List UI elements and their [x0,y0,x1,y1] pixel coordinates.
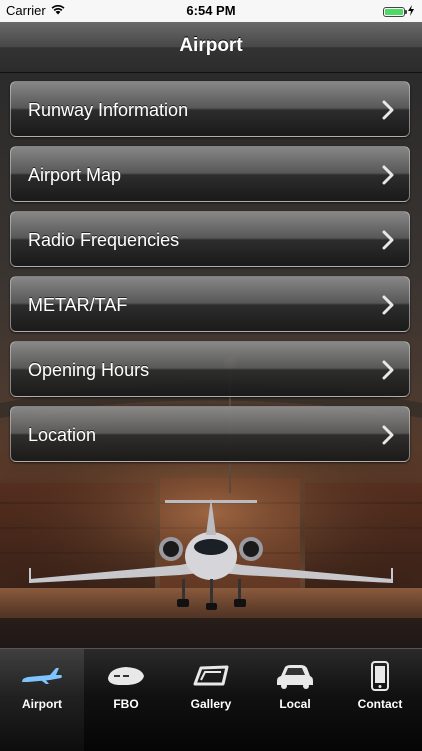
menu-item-metar-taf[interactable]: METAR/TAF [10,276,410,332]
menu-item-label: METAR/TAF [28,295,128,315]
chevron-right-icon [382,295,394,315]
tab-label: FBO [113,697,139,711]
status-right [383,4,414,19]
battery-icon [383,6,407,17]
fbo-building-icon [84,659,168,693]
status-time: 6:54 PM [186,3,236,18]
menu-item-label: Runway Information [28,100,189,120]
gallery-icon [169,659,253,693]
tab-label: Local [279,697,311,711]
tab-gallery[interactable]: Gallery [169,649,253,751]
tab-local[interactable]: Local [253,649,337,751]
phone-icon [338,659,422,693]
menu-item-radio-frequencies[interactable]: Radio Frequencies [10,211,410,267]
nav-bar: Airport [0,22,422,73]
tab-contact[interactable]: Contact [338,649,422,751]
menu-item-airport-map[interactable]: Airport Map [10,146,410,202]
menu-item-label: Airport Map [28,165,122,185]
charging-bolt-icon [408,4,414,19]
menu-item-label: Opening Hours [28,360,150,380]
chevron-right-icon [382,100,394,120]
menu-item-runway-information[interactable]: Runway Information [10,81,410,137]
chevron-right-icon [382,230,394,250]
plane-icon [0,659,84,693]
menu-item-location[interactable]: Location [10,406,410,462]
car-icon [253,659,337,693]
chevron-right-icon [382,425,394,445]
tab-bar: Airport FBO Gallery Local Contact [0,648,422,751]
menu-item-opening-hours[interactable]: Opening Hours [10,341,410,397]
tab-fbo[interactable]: FBO [84,649,168,751]
status-bar: Carrier 6:54 PM [0,0,422,22]
chevron-right-icon [382,165,394,185]
tab-label: Airport [22,697,62,711]
menu-item-label: Radio Frequencies [28,230,180,250]
page-title: Airport [179,35,243,56]
tab-airport[interactable]: Airport [0,649,84,751]
tab-label: Contact [357,697,403,711]
menu-item-label: Location [28,425,97,445]
tab-label: Gallery [190,697,232,711]
chevron-right-icon [382,360,394,380]
